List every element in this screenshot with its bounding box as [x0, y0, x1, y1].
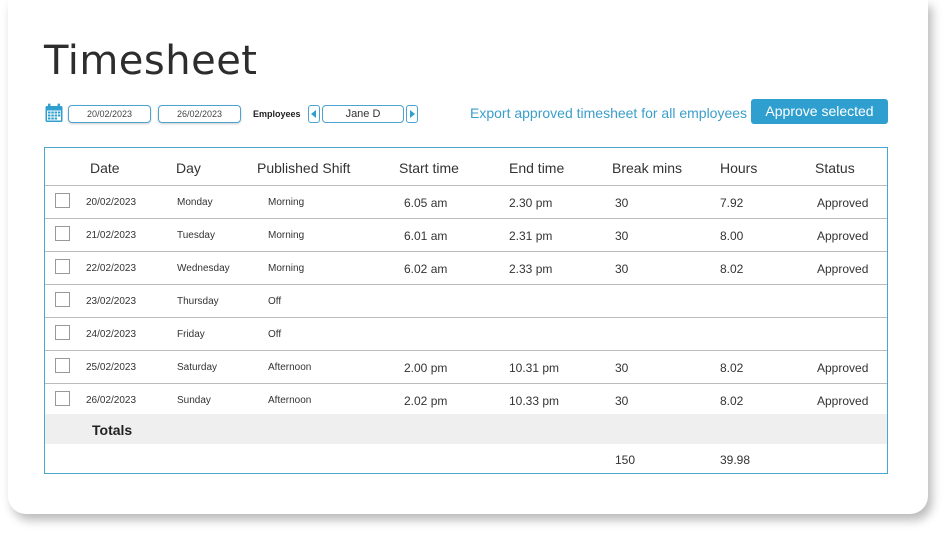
table-row[interactable]: 24/02/2023 Friday Off: [45, 317, 887, 350]
date-to-field[interactable]: 26/02/2023: [158, 105, 241, 123]
cell-start: 6.01 am: [404, 229, 448, 243]
cell-hours: 7.92: [720, 196, 744, 210]
cell-hours: 8.02: [720, 262, 744, 276]
previous-employee-button[interactable]: [308, 105, 320, 123]
col-break-header: Break mins: [612, 160, 683, 176]
cell-date: 21/02/2023: [86, 230, 137, 241]
col-date-header: Date: [90, 160, 120, 176]
cell-day: Saturday: [177, 362, 218, 373]
cell-date: 22/02/2023: [86, 263, 137, 274]
cell-date: 25/02/2023: [86, 362, 137, 373]
col-shift-header: Published Shift: [257, 160, 351, 176]
row-checkbox[interactable]: [55, 358, 70, 373]
cell-shift: Off: [268, 329, 282, 340]
cell-status: Approved: [817, 361, 869, 375]
cell-shift: Morning: [268, 197, 305, 208]
cell-status: Approved: [817, 196, 869, 210]
table-header: Date Day Published Shift Start time End …: [45, 148, 887, 185]
cell-status: Approved: [817, 394, 869, 408]
export-approved-link[interactable]: Export approved timesheet for all employ…: [470, 105, 747, 121]
cell-break: 30: [615, 394, 629, 408]
table-row[interactable]: 25/02/2023 Saturday Afternoon 2.00 pm 10…: [45, 350, 887, 383]
totals-header: Totals: [45, 414, 887, 444]
totals-row: 150 39.98: [45, 444, 887, 473]
page-title: Timesheet: [44, 38, 258, 84]
row-checkbox[interactable]: [55, 325, 70, 340]
cell-day: Wednesday: [177, 263, 230, 274]
cell-hours: 8.02: [720, 394, 744, 408]
total-break-mins: 150: [615, 453, 636, 467]
col-status-header: Status: [815, 160, 855, 176]
cell-day: Friday: [177, 329, 205, 340]
cell-status: Approved: [817, 229, 869, 243]
cell-end: 10.33 pm: [509, 394, 560, 408]
table-row[interactable]: 22/02/2023 Wednesday Morning 6.02 am 2.3…: [45, 251, 887, 284]
cell-shift: Morning: [268, 263, 305, 274]
cell-shift: Morning: [268, 230, 305, 241]
employee-select[interactable]: Jane D: [322, 105, 404, 123]
date-from-field[interactable]: 20/02/2023: [68, 105, 151, 123]
calendar-icon[interactable]: [45, 103, 63, 123]
totals-label: Totals: [92, 422, 133, 438]
cell-start: 6.05 am: [404, 196, 448, 210]
cell-break: 30: [615, 361, 629, 375]
cell-break: 30: [615, 229, 629, 243]
table-row[interactable]: 23/02/2023 Thursday Off: [45, 284, 887, 317]
cell-day: Sunday: [177, 395, 211, 406]
cell-day: Monday: [177, 197, 213, 208]
cell-status: Approved: [817, 262, 869, 276]
table-row[interactable]: 21/02/2023 Tuesday Morning 6.01 am 2.31 …: [45, 218, 887, 251]
cell-break: 30: [615, 262, 629, 276]
cell-start: 6.02 am: [404, 262, 448, 276]
row-checkbox[interactable]: [55, 226, 70, 241]
cell-shift: Afternoon: [268, 362, 312, 373]
cell-date: 20/02/2023: [86, 197, 137, 208]
col-end-header: End time: [509, 160, 565, 176]
col-day-header: Day: [176, 160, 201, 176]
row-checkbox[interactable]: [55, 193, 70, 208]
cell-shift: Afternoon: [268, 395, 312, 406]
cell-end: 2.33 pm: [509, 262, 553, 276]
triangle-left-icon: [311, 110, 316, 118]
cell-end: 2.31 pm: [509, 229, 553, 243]
cell-date: 23/02/2023: [86, 296, 137, 307]
total-hours: 39.98: [720, 453, 751, 467]
cell-start: 2.00 pm: [404, 361, 448, 375]
next-employee-button[interactable]: [406, 105, 418, 123]
table-row[interactable]: 26/02/2023 Sunday Afternoon 2.02 pm 10.3…: [45, 383, 887, 414]
approve-selected-button[interactable]: Approve selected: [751, 99, 888, 124]
col-hours-header: Hours: [720, 160, 758, 176]
cell-shift: Off: [268, 296, 282, 307]
row-checkbox[interactable]: [55, 259, 70, 274]
cell-date: 26/02/2023: [86, 395, 137, 406]
cell-end: 2.30 pm: [509, 196, 553, 210]
cell-date: 24/02/2023: [86, 329, 137, 340]
employees-label: Employees: [253, 109, 301, 119]
table-row[interactable]: 20/02/2023 Monday Morning 6.05 am 2.30 p…: [45, 185, 887, 218]
triangle-right-icon: [410, 110, 415, 118]
row-checkbox[interactable]: [55, 391, 70, 406]
timesheet-table: Date Day Published Shift Start time End …: [44, 147, 888, 474]
cell-break: 30: [615, 196, 629, 210]
cell-hours: 8.02: [720, 361, 744, 375]
cell-end: 10.31 pm: [509, 361, 560, 375]
cell-day: Thursday: [177, 296, 219, 307]
col-start-header: Start time: [399, 160, 459, 176]
toolbar: 20/02/2023 26/02/2023 Employees Jane D E…: [45, 99, 888, 127]
cell-start: 2.02 pm: [404, 394, 448, 408]
cell-hours: 8.00: [720, 229, 744, 243]
row-checkbox[interactable]: [55, 292, 70, 307]
cell-day: Tuesday: [177, 230, 215, 241]
